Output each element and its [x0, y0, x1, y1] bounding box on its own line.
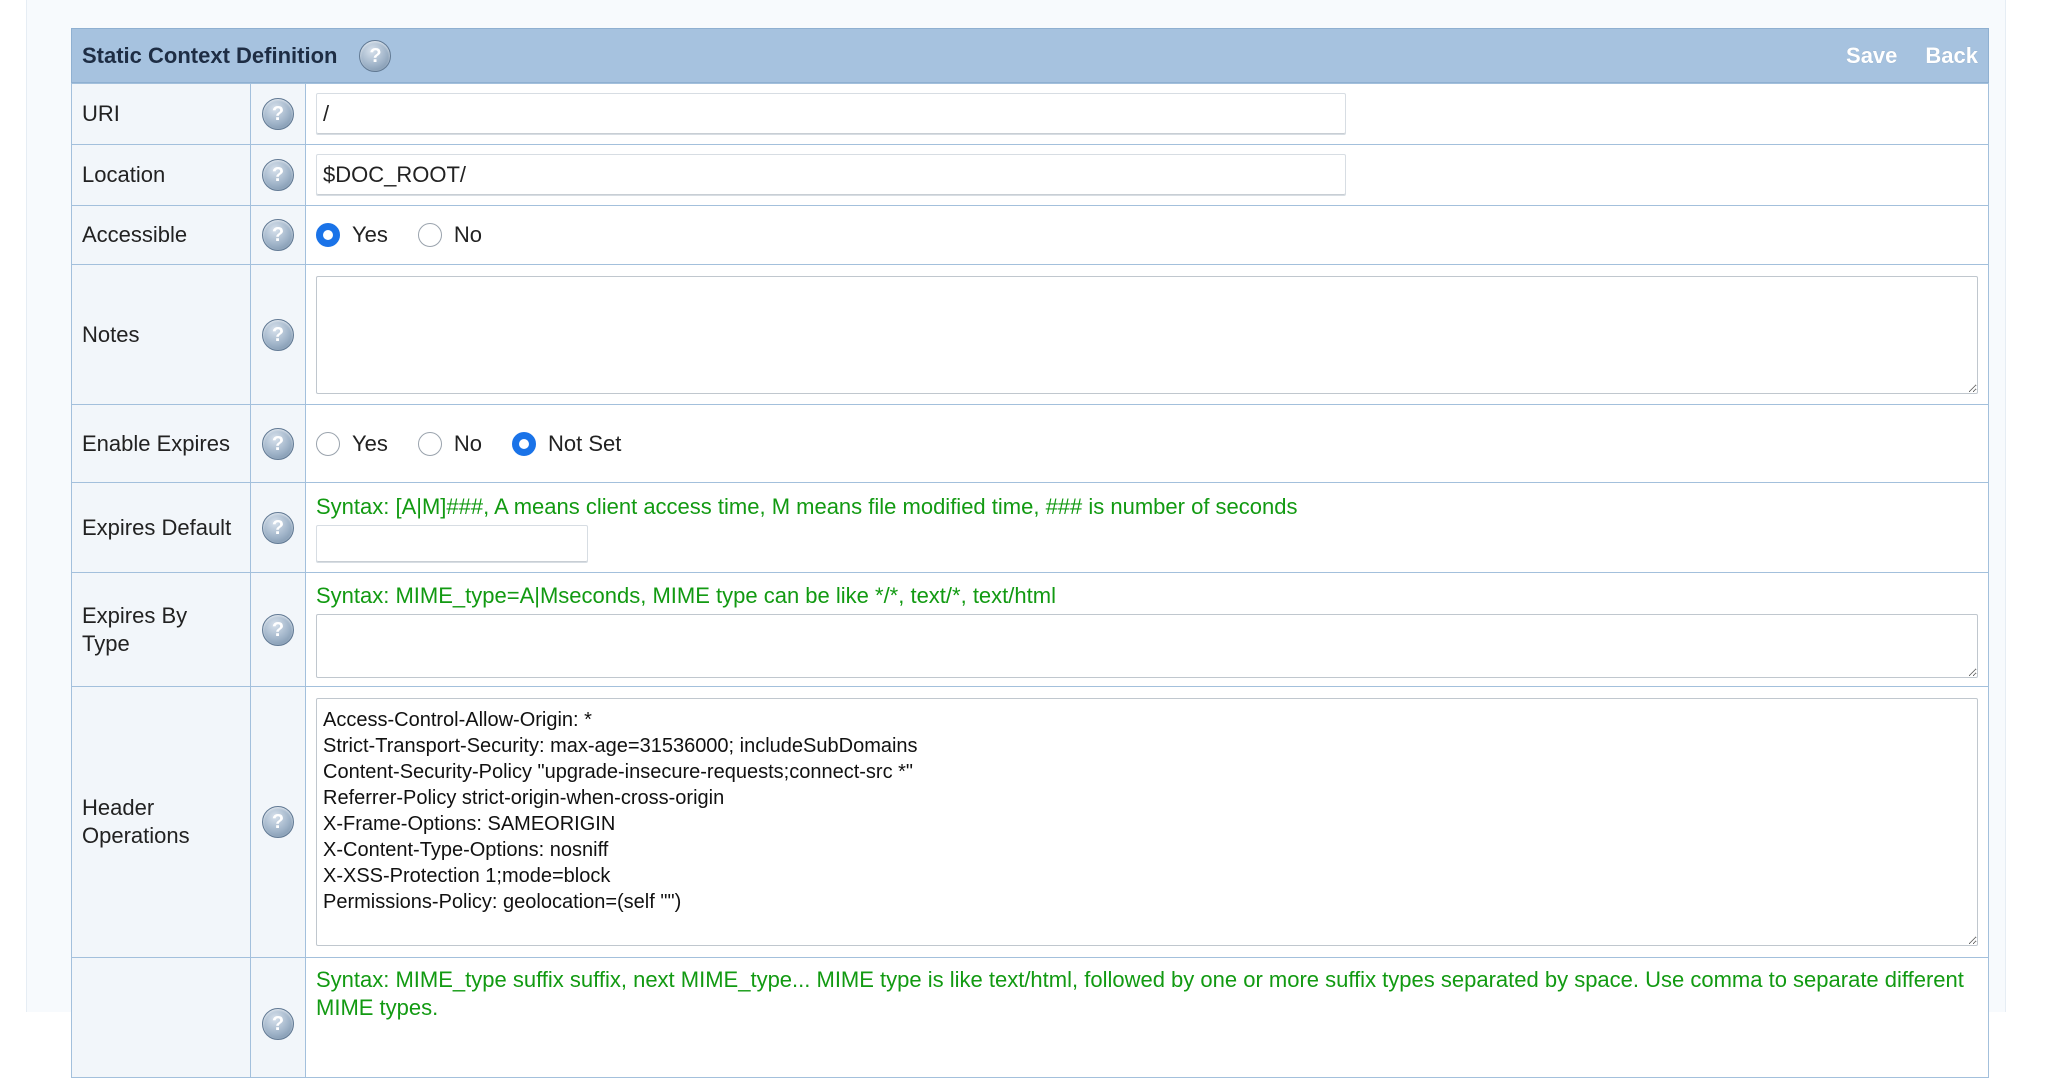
expires-by-type-textarea[interactable]: [316, 613, 1978, 678]
notes-textarea[interactable]: [316, 275, 1978, 394]
expires-default-row: Expires Default ? Syntax: [A|M]###, A me…: [71, 482, 1989, 573]
expires-by-type-syntax-hint: Syntax: MIME_type=A|Mseconds, MIME type …: [316, 582, 1056, 608]
help-icon[interactable]: ?: [262, 98, 294, 130]
help-icon[interactable]: ?: [262, 806, 294, 838]
expires-by-type-row: Expires By Type ? Syntax: MIME_type=A|Ms…: [71, 572, 1989, 687]
accessible-option-yes[interactable]: Yes: [316, 222, 388, 248]
enable-expires-label: Enable Expires: [71, 404, 251, 483]
enable-expires-not-set-label: Not Set: [548, 430, 622, 456]
expires-default-help-cell: ?: [250, 482, 306, 573]
enable-expires-row: Enable Expires ? Yes No Not Set: [71, 404, 1989, 483]
static-context-panel: Static Context Definition ? Save Back UR…: [71, 28, 1989, 1078]
notes-help-cell: ?: [250, 264, 306, 405]
notes-value-cell: [305, 264, 1989, 405]
accessible-yes-radio[interactable]: [316, 223, 340, 247]
mime-types-value-cell: Syntax: MIME_type suffix suffix, next MI…: [305, 957, 1989, 1078]
expires-by-type-help-cell: ?: [250, 572, 306, 687]
panel-title: Static Context Definition: [82, 42, 338, 68]
uri-input[interactable]: [316, 93, 1346, 135]
page-background: Static Context Definition ? Save Back UR…: [26, 0, 2006, 1078]
accessible-radio-group: Yes No: [316, 222, 1978, 248]
panel-header: Static Context Definition ? Save Back: [71, 28, 1989, 83]
enable-expires-yes-label: Yes: [352, 430, 388, 456]
save-button[interactable]: Save: [1846, 43, 1897, 69]
location-input[interactable]: [316, 154, 1346, 196]
enable-expires-not-set-radio[interactable]: [512, 431, 537, 456]
uri-row: URI ?: [71, 83, 1989, 145]
mime-types-help-cell: ?: [250, 957, 306, 1078]
enable-expires-yes-radio[interactable]: [316, 431, 340, 456]
location-value-cell: [305, 144, 1989, 206]
accessible-no-label: No: [453, 222, 483, 247]
enable-expires-option-yes[interactable]: Yes: [316, 431, 388, 457]
help-icon[interactable]: ?: [262, 511, 294, 544]
expires-default-input[interactable]: [316, 524, 588, 563]
header-operations-row: Header Operations ? Access-Control-Allow…: [71, 686, 1989, 958]
enable-expires-help-cell: ?: [250, 404, 306, 483]
location-row: Location ?: [71, 144, 1989, 206]
uri-label: URI: [71, 83, 251, 145]
context-form-table: URI ? Location ? Accessible: [71, 83, 1989, 1078]
header-operations-value-cell: Access-Control-Allow-Origin: * Strict-Tr…: [305, 686, 1989, 958]
help-icon[interactable]: ?: [262, 1008, 294, 1040]
accessible-value-cell: Yes No: [305, 205, 1989, 265]
accessible-row: Accessible ? Yes No: [71, 205, 1989, 265]
header-operations-label: Header Operations: [71, 686, 251, 958]
notes-row: Notes ?: [71, 264, 1989, 405]
mime-types-syntax-hint: Syntax: MIME_type suffix suffix, next MI…: [316, 967, 1964, 1020]
back-button[interactable]: Back: [1925, 43, 1978, 69]
expires-by-type-value-cell: Syntax: MIME_type=A|Mseconds, MIME type …: [305, 572, 1989, 687]
mime-types-label: [71, 957, 251, 1078]
enable-expires-option-no[interactable]: No: [417, 430, 483, 457]
location-label: Location: [71, 144, 251, 206]
help-icon[interactable]: ?: [262, 159, 294, 191]
expires-default-value-cell: Syntax: [A|M]###, A means client access …: [305, 482, 1989, 573]
header-operations-textarea[interactable]: Access-Control-Allow-Origin: * Strict-Tr…: [316, 698, 1978, 946]
notes-label: Notes: [71, 264, 251, 405]
enable-expires-no-radio[interactable]: [417, 431, 442, 456]
expires-default-syntax-hint: Syntax: [A|M]###, A means client access …: [316, 493, 1298, 519]
expires-default-label: Expires Default: [71, 482, 251, 573]
accessible-no-radio[interactable]: [417, 223, 442, 247]
header-operations-help-cell: ?: [250, 686, 306, 958]
uri-value-cell: [305, 83, 1989, 145]
accessible-help-cell: ?: [250, 205, 306, 265]
mime-types-row: ? Syntax: MIME_type suffix suffix, next …: [71, 957, 1989, 1078]
help-icon[interactable]: ?: [262, 427, 294, 460]
help-icon[interactable]: ?: [262, 219, 294, 251]
expires-by-type-label: Expires By Type: [71, 572, 251, 687]
enable-expires-radio-group: Yes No Not Set: [316, 431, 1978, 457]
accessible-label: Accessible: [71, 205, 251, 265]
help-icon[interactable]: ?: [359, 39, 392, 72]
help-icon[interactable]: ?: [262, 318, 294, 351]
enable-expires-value-cell: Yes No Not Set: [305, 404, 1989, 483]
enable-expires-no-label: No: [453, 430, 483, 456]
enable-expires-option-not-set[interactable]: Not Set: [512, 431, 621, 457]
accessible-yes-label: Yes: [352, 222, 388, 247]
location-help-cell: ?: [250, 144, 306, 206]
accessible-option-no[interactable]: No: [417, 222, 483, 248]
help-icon[interactable]: ?: [262, 613, 294, 646]
uri-help-cell: ?: [250, 83, 306, 145]
